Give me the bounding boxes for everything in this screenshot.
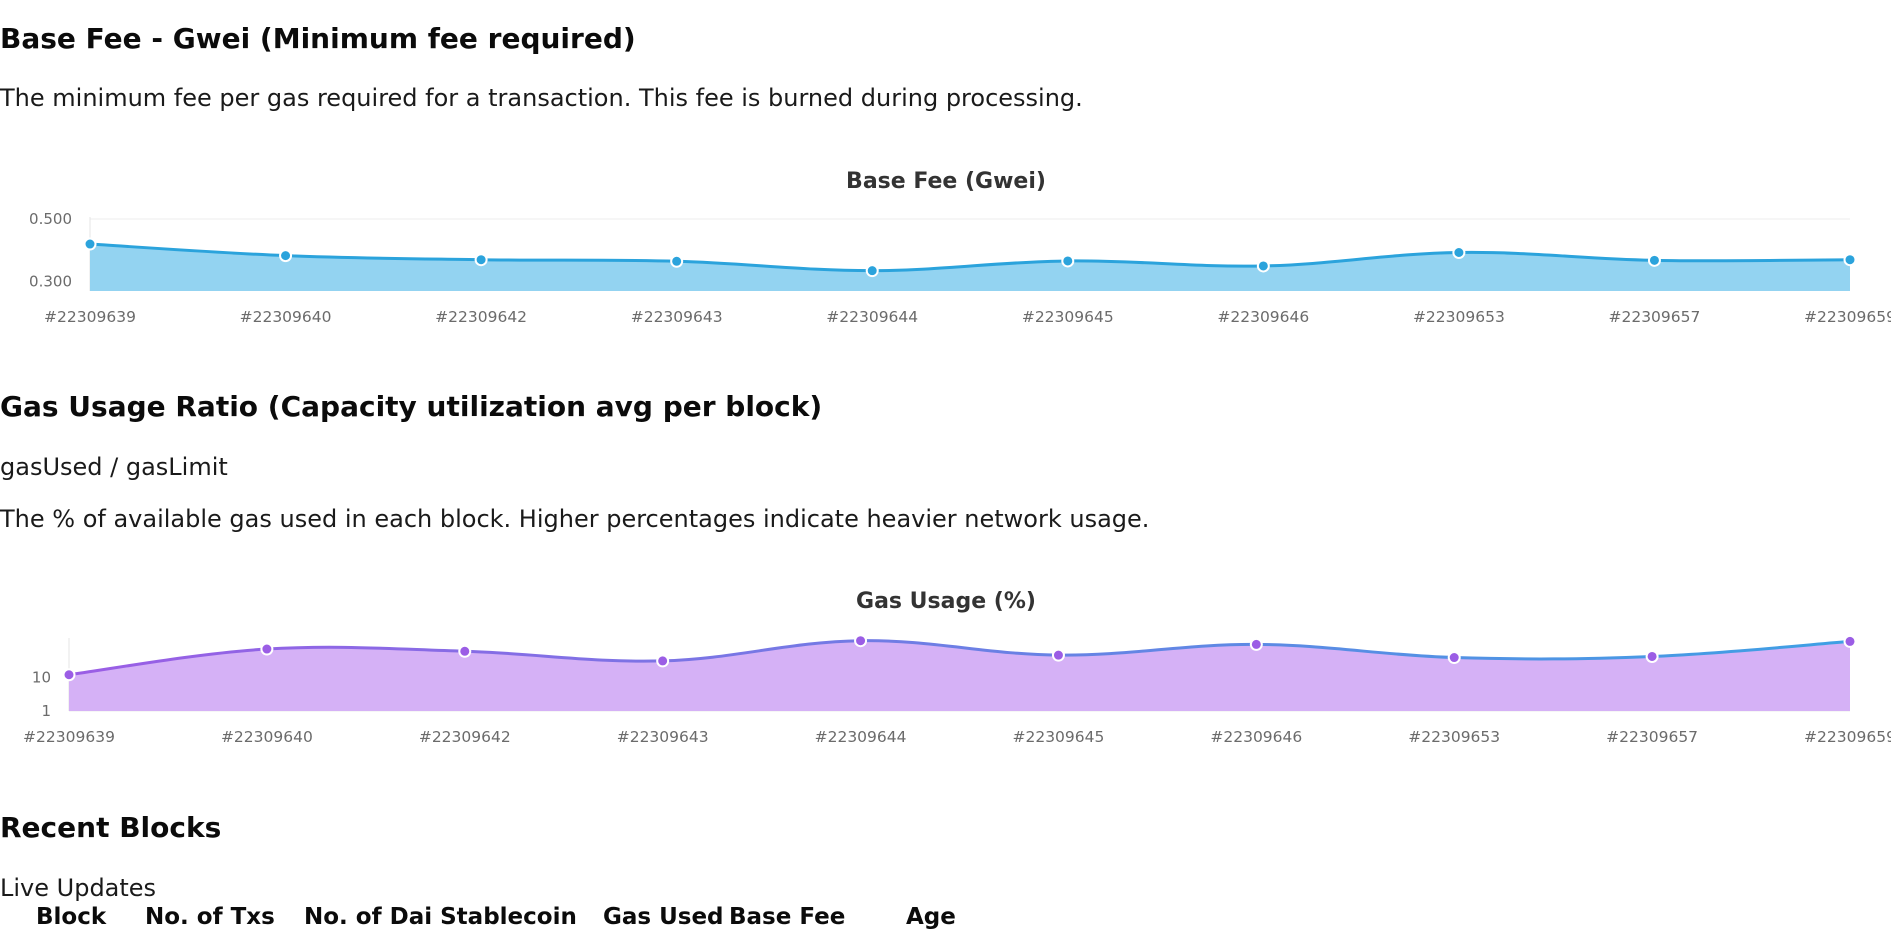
data-point[interactable] (865, 264, 879, 278)
gas-usage-description: The % of available gas used in each bloc… (0, 505, 1150, 533)
page: Base Fee - Gwei (Minimum fee required) T… (0, 0, 1891, 934)
x-tick-label: #22309642 (419, 728, 511, 746)
data-point[interactable] (656, 654, 670, 668)
data-point[interactable] (1061, 254, 1075, 268)
x-tick-label: #22309659 (1804, 308, 1891, 326)
x-tick-label: #22309640 (240, 308, 332, 326)
x-tick-label: #22309639 (44, 308, 136, 326)
chart-title: Base Fee (Gwei) (846, 169, 1046, 194)
column-header-gas-used: Gas Used (603, 904, 724, 930)
x-tick-label: #22309645 (1022, 308, 1114, 326)
x-tick-label: #22309644 (826, 308, 918, 326)
x-tick-label: #22309653 (1408, 728, 1500, 746)
data-point[interactable] (670, 254, 684, 268)
x-tick-label: #22309646 (1217, 308, 1309, 326)
data-point[interactable] (854, 634, 868, 648)
series-area (69, 640, 1850, 711)
data-point[interactable] (1645, 649, 1659, 663)
data-point[interactable] (1843, 253, 1857, 267)
x-tick-label: #22309642 (435, 308, 527, 326)
data-point[interactable] (1051, 648, 1065, 662)
data-point[interactable] (279, 249, 293, 263)
live-updates-status: Live Updates (0, 874, 157, 902)
data-point[interactable] (1452, 245, 1466, 259)
column-header-txs: No. of Txs (145, 904, 275, 930)
column-header-block: Block (36, 904, 107, 930)
y-tick-label: 1 (41, 702, 51, 720)
x-tick-label: #22309657 (1606, 728, 1698, 746)
data-point[interactable] (1647, 253, 1661, 267)
recent-blocks-heading: Recent Blocks (0, 811, 222, 844)
data-point[interactable] (260, 642, 274, 656)
x-tick-label: #22309657 (1608, 308, 1700, 326)
x-tick-label: #22309646 (1210, 728, 1302, 746)
base-fee-heading: Base Fee - Gwei (Minimum fee required) (0, 22, 636, 55)
data-point[interactable] (458, 644, 472, 658)
data-point[interactable] (62, 668, 76, 682)
data-point[interactable] (474, 253, 488, 267)
data-point[interactable] (1256, 259, 1270, 273)
data-point[interactable] (83, 237, 97, 251)
chart-title: Gas Usage (%) (856, 589, 1036, 614)
y-tick-label: 0.300 (29, 273, 72, 291)
x-tick-label: #22309644 (815, 728, 907, 746)
data-point[interactable] (1249, 637, 1263, 651)
x-tick-label: #22309659 (1804, 728, 1891, 746)
data-point[interactable] (1843, 634, 1857, 648)
column-header-base-fee: Base Fee (729, 904, 846, 930)
data-point[interactable] (1447, 651, 1461, 665)
column-header-age: Age (906, 904, 956, 930)
x-tick-label: #22309645 (1012, 728, 1104, 746)
base-fee-description: The minimum fee per gas required for a t… (0, 84, 1083, 112)
x-tick-label: #22309653 (1413, 308, 1505, 326)
x-tick-label: #22309639 (23, 728, 115, 746)
column-header-dai: No. of Dai Stablecoin (304, 904, 577, 930)
y-tick-label: 0.500 (29, 210, 72, 228)
y-tick-label: 10 (32, 668, 51, 686)
gas-usage-formula: gasUsed / gasLimit (0, 453, 228, 481)
gas-usage-chart: Gas Usage (%) 10 1 #22309639 #22309640 #22309… (23, 589, 1891, 746)
base-fee-chart: Base Fee (Gwei) 0.500 0.300 #22309639 #22309… (29, 169, 1891, 326)
x-tick-label: #22309643 (631, 308, 723, 326)
x-tick-label: #22309643 (617, 728, 709, 746)
gas-usage-heading: Gas Usage Ratio (Capacity utilization av… (0, 390, 823, 423)
recent-blocks-table-header: Block No. of Txs No. of Dai Stablecoin G… (36, 902, 986, 932)
x-tick-label: #22309640 (221, 728, 313, 746)
